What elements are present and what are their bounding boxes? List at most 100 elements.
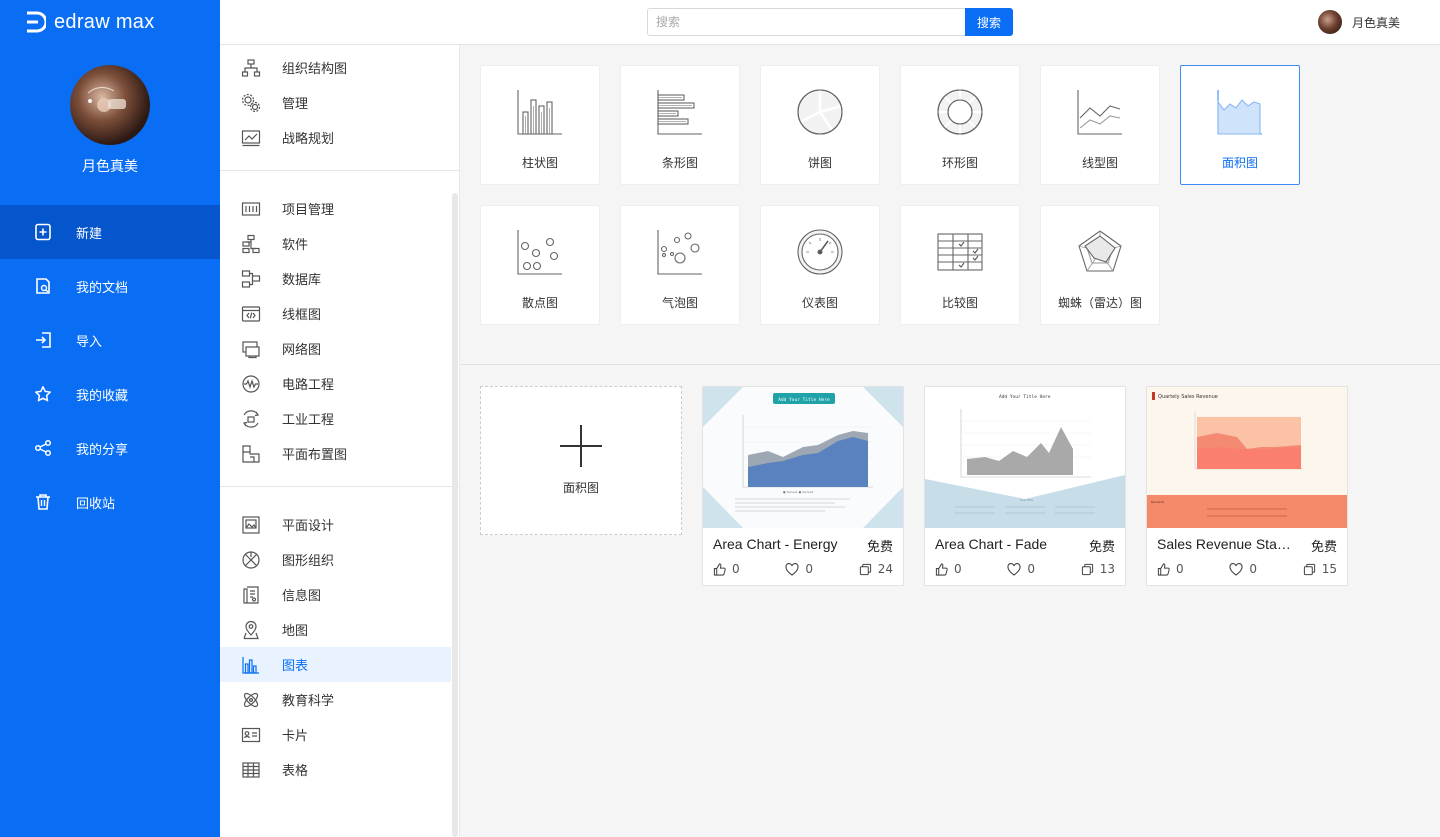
category-management[interactable]: 管理 [220, 85, 451, 120]
category-charts[interactable]: 图表 [220, 647, 451, 682]
category-industrial[interactable]: 工业工程 [220, 401, 451, 436]
template-thumbnail[interactable]: Quartely Sales Revenue Remarks [1147, 387, 1347, 528]
org-chart-icon [240, 57, 262, 79]
chart-type-line[interactable]: 线型图 [1040, 65, 1160, 185]
chart-type-donut[interactable]: 环形图 [900, 65, 1020, 185]
user-name: 月色真美 [1352, 15, 1401, 30]
template-price: 免费 [1310, 540, 1337, 555]
nav-item-favorites[interactable]: 我的收藏 [0, 367, 220, 421]
copy-stat[interactable]: 24 [859, 562, 893, 576]
template-card[interactable]: Add Your Title Here Sub Title Area Chart… [924, 386, 1126, 586]
category-map[interactable]: 地图 [220, 612, 451, 647]
profile-avatar[interactable] [70, 65, 150, 145]
category-label: 教育科学 [282, 694, 335, 709]
category-scrollbar[interactable] [452, 193, 458, 837]
chart-type-label: 线型图 [1081, 156, 1118, 170]
category-graphic-organizer[interactable]: 图形组织 [220, 542, 451, 577]
column-chart-icon [517, 90, 562, 135]
category-org-chart[interactable]: 组织结构图 [220, 50, 451, 85]
chart-type-bubble[interactable]: 气泡图 [620, 205, 740, 325]
favorite-stat[interactable]: 0 [785, 562, 813, 576]
category-infographic[interactable]: 信息图 [220, 577, 451, 612]
category-project-management[interactable]: 项目管理 [220, 191, 451, 226]
chart-type-area[interactable]: 面积图 [1180, 65, 1300, 185]
category-network[interactable]: 网络图 [220, 331, 451, 366]
image-frame-icon [240, 514, 262, 536]
category-circuit[interactable]: 电路工程 [220, 366, 451, 401]
star-icon [34, 385, 52, 403]
category-table[interactable]: 表格 [220, 752, 451, 787]
category-wireframe[interactable]: 线框图 [220, 296, 451, 331]
chart-type-label: 柱状图 [521, 156, 558, 170]
category-label: 电路工程 [282, 378, 335, 393]
copy-stat[interactable]: 15 [1303, 562, 1337, 576]
nav-item-new[interactable]: 新建 [0, 205, 220, 259]
chart-type-label: 气泡图 [661, 296, 698, 310]
chart-type-pie[interactable]: 饼图 [760, 65, 880, 185]
nav-label: 新建 [76, 226, 103, 242]
nav-item-my-documents[interactable]: 我的文档 [0, 259, 220, 313]
document-icon [34, 277, 52, 295]
template-card[interactable]: Quartely Sales Revenue Remarks Sales Rev… [1146, 386, 1348, 586]
category-card[interactable]: 卡片 [220, 717, 451, 752]
chart-type-scatter[interactable]: 散点图 [480, 205, 600, 325]
like-stat[interactable]: 0 [935, 562, 962, 576]
category-label: 战略规划 [282, 132, 335, 147]
category-label: 数据库 [282, 273, 322, 288]
category-label: 软件 [282, 238, 309, 253]
category-education[interactable]: 教育科学 [220, 682, 451, 717]
template-thumbnail[interactable]: Add Your Title Here ● Series1 ● Series2 [703, 387, 903, 528]
svg-text:Sub Title: Sub Title [1020, 498, 1033, 502]
user-menu[interactable]: 月色真美 [1318, 10, 1400, 34]
comparison-chart-icon [937, 233, 983, 271]
search-input[interactable] [647, 8, 965, 36]
nav-label: 我的文档 [76, 280, 129, 296]
template-card[interactable]: Add Your Title Here ● Series1 ● Series2 … [702, 386, 904, 586]
search-button[interactable]: 搜索 [965, 8, 1013, 36]
brand-logo[interactable]: edraw max [24, 10, 155, 34]
strategy-chart-icon [240, 127, 262, 149]
chart-type-comparison[interactable]: 比较图 [900, 205, 1020, 325]
main-nav: 新建 我的文档 导入 我的收藏 我的分享 回收站 [0, 205, 220, 529]
pie-chart-icon [797, 89, 843, 135]
chart-type-radar[interactable]: 蜘蛛（雷达）图 [1040, 205, 1160, 325]
template-thumbnail[interactable]: Add Your Title Here Sub Title [925, 387, 1125, 528]
nav-item-shares[interactable]: 我的分享 [0, 421, 220, 475]
category-floor-plan[interactable]: 平面布置图 [220, 436, 451, 471]
chart-type-label: 仪表图 [801, 296, 838, 310]
user-avatar[interactable] [1318, 10, 1342, 34]
new-blank-template[interactable]: 面积图 [480, 386, 682, 535]
favorite-stat[interactable]: 0 [1229, 562, 1257, 576]
like-stat[interactable]: 0 [1157, 562, 1184, 576]
favorite-stat[interactable]: 0 [1007, 562, 1035, 576]
like-stat[interactable]: 0 [713, 562, 740, 576]
category-graphic-design[interactable]: 平面设计 [220, 507, 451, 542]
category-label: 管理 [282, 97, 309, 112]
import-icon [34, 331, 52, 349]
plus-square-icon [34, 223, 52, 241]
bar-chart-icon [657, 90, 702, 135]
chart-type-gauge[interactable]: 仪表图 [760, 205, 880, 325]
chart-type-bar[interactable]: 条形图 [620, 65, 740, 185]
organizer-icon [240, 549, 262, 571]
thumbs-up-icon [713, 562, 726, 576]
category-database[interactable]: 数据库 [220, 261, 451, 296]
category-label: 信息图 [282, 589, 322, 604]
gears-icon [240, 92, 262, 114]
column-chart-icon [240, 654, 262, 676]
brand-name: edraw max [54, 10, 155, 33]
nav-item-trash[interactable]: 回收站 [0, 475, 220, 529]
table-icon [240, 759, 262, 781]
infographic-icon [240, 584, 262, 606]
category-software[interactable]: 软件 [220, 226, 451, 261]
category-label: 图表 [282, 659, 309, 674]
top-bar: 搜索 月色真美 [220, 0, 1440, 45]
nav-label: 我的收藏 [76, 388, 129, 404]
chart-type-label: 环形图 [941, 156, 978, 170]
copy-icon [1081, 563, 1093, 575]
nav-item-import[interactable]: 导入 [0, 313, 220, 367]
category-strategy[interactable]: 战略规划 [220, 120, 451, 155]
chart-type-column[interactable]: 柱状图 [480, 65, 600, 185]
copy-stat[interactable]: 13 [1081, 562, 1115, 576]
nav-label: 我的分享 [76, 442, 129, 458]
